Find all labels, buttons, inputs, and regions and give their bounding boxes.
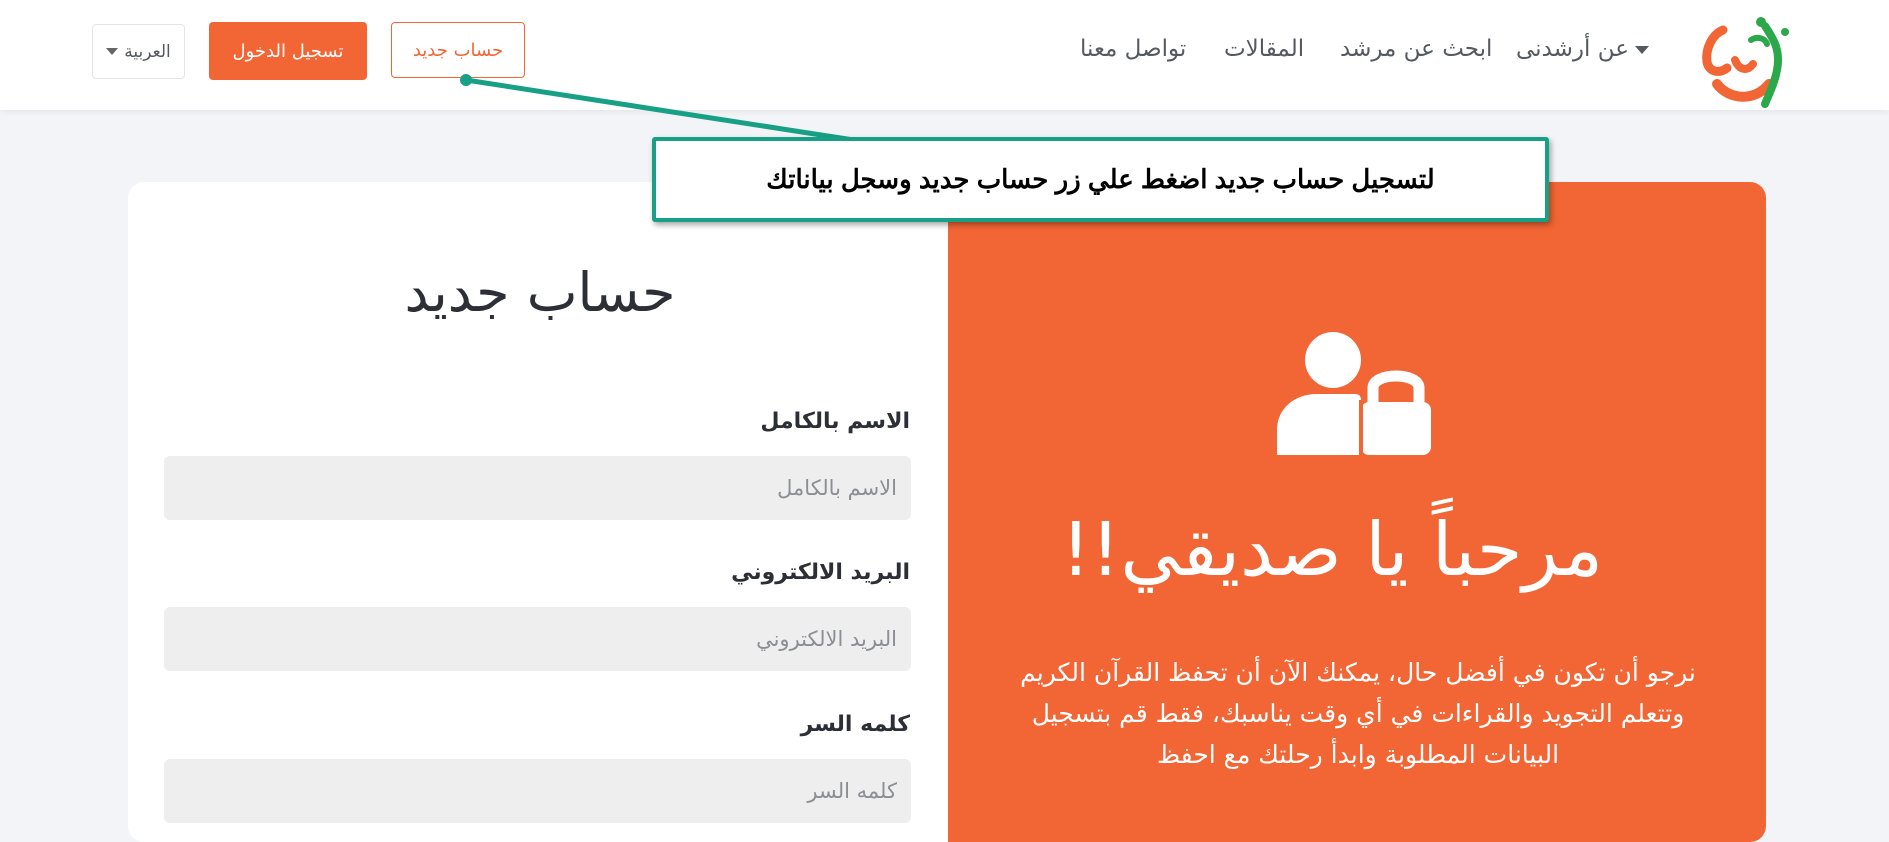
language-label: العربية: [124, 41, 171, 62]
nav-about-dropdown[interactable]: عن أرشدنى: [1516, 34, 1649, 64]
form-title: حساب جديد: [404, 261, 676, 324]
password-label: كلمه السر: [800, 712, 910, 737]
email-field[interactable]: [164, 607, 911, 671]
user-lock-icon: [1277, 332, 1431, 455]
nav-contact[interactable]: تواصل معنا: [1080, 34, 1186, 64]
email-label: البريد الالكتروني: [731, 560, 910, 585]
nav-search-mentor[interactable]: ابحث عن مرشد: [1340, 34, 1492, 64]
arshidni-logo[interactable]: [1695, 10, 1800, 108]
top-navbar: عن أرشدنى ابحث عن مرشد المقالات تواصل مع…: [0, 0, 1889, 110]
language-select[interactable]: العربية: [92, 24, 185, 79]
nav-about-label: عن أرشدنى: [1516, 36, 1629, 62]
instruction-callout: لتسجيل حساب جديد اضغط علي زر حساب جديد و…: [652, 137, 1549, 222]
chevron-down-icon: [1634, 45, 1649, 54]
new-account-button[interactable]: حساب جديد: [391, 22, 525, 78]
full-name-label: الاسم بالكامل: [760, 409, 910, 434]
chevron-down-icon: [106, 48, 119, 55]
login-button[interactable]: تسجيل الدخول: [209, 22, 367, 80]
welcome-title: مرحباً يا صديقي!!: [1061, 507, 1603, 593]
nav-articles[interactable]: المقالات: [1224, 34, 1304, 64]
welcome-text: نرجو أن تكون في أفضل حال، يمكنك الآن أن …: [1020, 658, 1696, 769]
full-name-field[interactable]: [164, 456, 911, 520]
password-field[interactable]: [164, 759, 911, 823]
callout-text: لتسجيل حساب جديد اضغط علي زر حساب جديد و…: [766, 164, 1435, 194]
